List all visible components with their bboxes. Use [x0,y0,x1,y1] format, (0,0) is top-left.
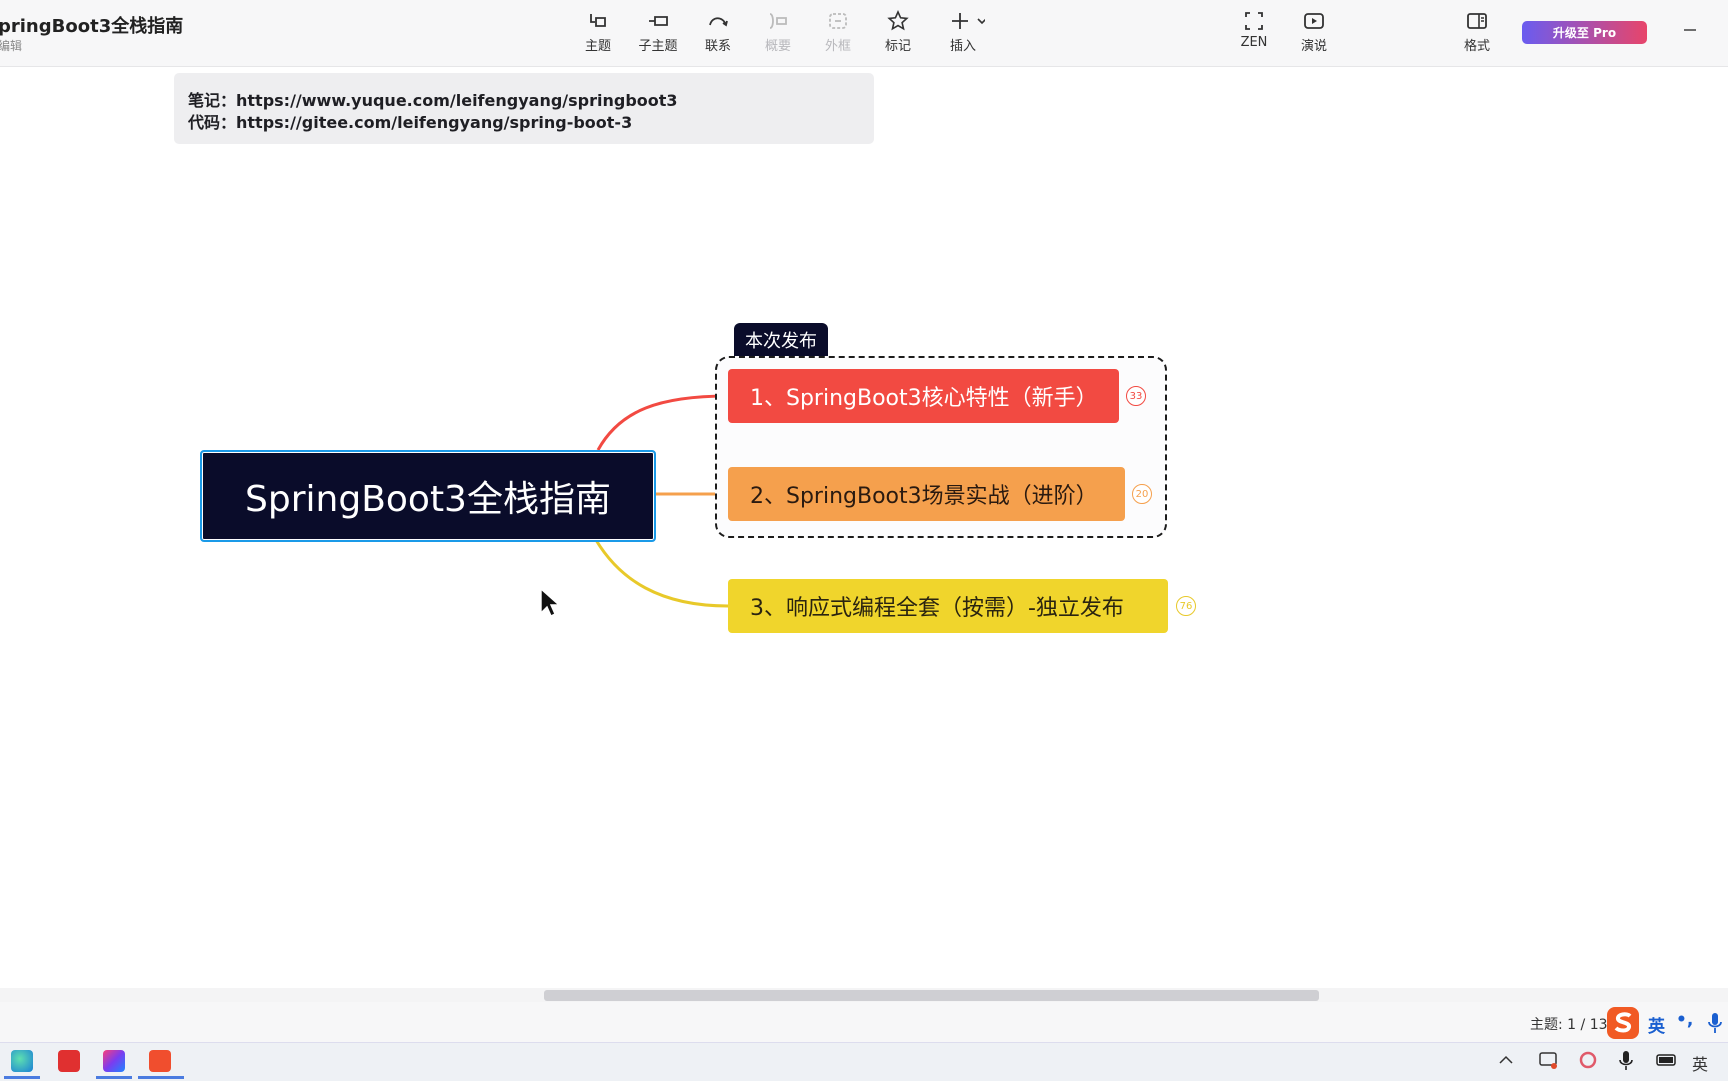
tray-ime-mode[interactable]: 英 [1692,1051,1708,1075]
collapse-badge-2[interactable]: 20 [1132,484,1152,504]
sogou-logo-icon [1607,1007,1639,1039]
tray-network-icon[interactable] [1538,1050,1558,1070]
ime-language: 英 [1648,1017,1665,1037]
edge-browser-icon[interactable] [11,1050,33,1072]
connector-topic-3 [594,539,729,608]
taskbar-active-indicator-3 [138,1076,184,1079]
horizontal-scrollbar-thumb[interactable] [544,990,1319,1001]
tray-battery-icon[interactable] [1656,1052,1678,1068]
status-bar [0,1002,1728,1042]
pdf-reader-icon[interactable] [58,1050,80,1072]
ime-mic-icon [1708,1013,1722,1033]
ime-punctuation: •, [1676,1010,1694,1030]
xmind-icon[interactable] [149,1050,171,1072]
taskbar-active-indicator [4,1076,40,1079]
collapse-badge-1[interactable]: 33 [1126,386,1146,406]
connector-topic-1 [596,394,729,451]
collapse-badge-3[interactable]: 76 [1176,596,1196,616]
ime-toolbar[interactable]: 英 •, [1604,1004,1728,1042]
mouse-cursor-icon [540,588,560,617]
tray-app-icon[interactable] [1578,1050,1598,1070]
boundary-label[interactable]: 本次发布 [734,323,828,356]
central-topic[interactable]: SpringBoot3全栈指南 [200,450,656,542]
topic-count: 主题: 1 / 13 [1530,1017,1608,1033]
taskbar-active-indicator-2 [96,1076,132,1079]
windows-taskbar [0,1042,1728,1081]
chevron-up-icon[interactable] [1498,1052,1514,1068]
intellij-idea-icon[interactable] [103,1050,125,1072]
tray-mic-icon[interactable] [1618,1050,1634,1070]
topic-1[interactable]: 1、SpringBoot3核心特性（新手） [728,369,1119,423]
topic-3[interactable]: 3、响应式编程全套（按需）-独立发布 [728,579,1168,633]
topic-2[interactable]: 2、SpringBoot3场景实战（进阶） [728,467,1125,521]
